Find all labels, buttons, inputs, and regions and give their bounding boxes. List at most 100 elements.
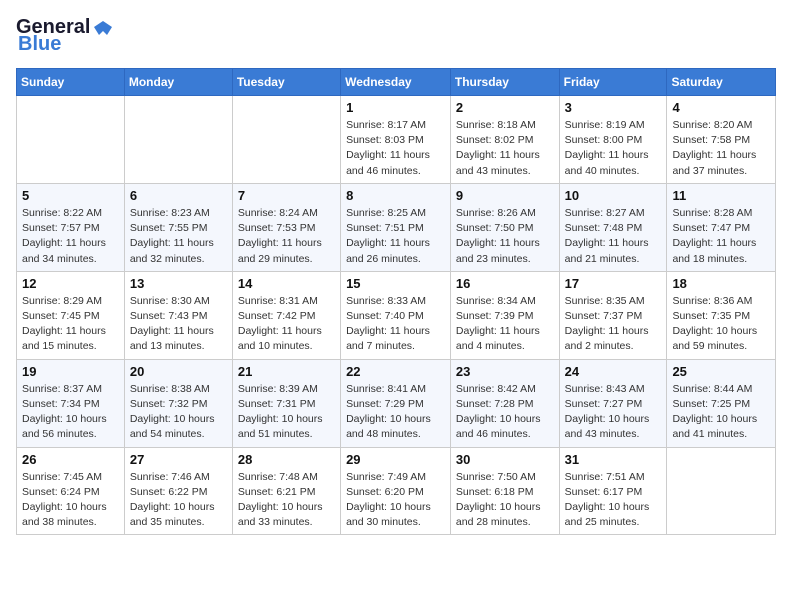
calendar-day-24: 24 Sunrise: 8:43 AM Sunset: 7:27 PM Dayli… xyxy=(559,359,667,447)
calendar-day-31: 31 Sunrise: 7:51 AM Sunset: 6:17 PM Dayli… xyxy=(559,447,667,535)
day-info: Sunrise: 7:46 AM Sunset: 6:22 PM Dayligh… xyxy=(130,470,227,531)
day-number: 10 xyxy=(565,188,662,203)
calendar-day-9: 9 Sunrise: 8:26 AM Sunset: 7:50 PM Daylig… xyxy=(450,183,559,271)
calendar-week-1: 1 Sunrise: 8:17 AM Sunset: 8:03 PM Daylig… xyxy=(17,96,776,184)
calendar-day-13: 13 Sunrise: 8:30 AM Sunset: 7:43 PM Dayli… xyxy=(124,271,232,359)
day-number: 7 xyxy=(238,188,335,203)
calendar-week-3: 12 Sunrise: 8:29 AM Sunset: 7:45 PM Dayli… xyxy=(17,271,776,359)
logo-bird-icon xyxy=(92,17,114,39)
day-info: Sunrise: 8:38 AM Sunset: 7:32 PM Dayligh… xyxy=(130,382,227,443)
day-number: 26 xyxy=(22,452,119,467)
day-number: 13 xyxy=(130,276,227,291)
day-number: 5 xyxy=(22,188,119,203)
calendar-day-2: 2 Sunrise: 8:18 AM Sunset: 8:02 PM Daylig… xyxy=(450,96,559,184)
day-info: Sunrise: 8:17 AM Sunset: 8:03 PM Dayligh… xyxy=(346,118,445,179)
calendar-day-15: 15 Sunrise: 8:33 AM Sunset: 7:40 PM Dayli… xyxy=(341,271,451,359)
day-info: Sunrise: 8:36 AM Sunset: 7:35 PM Dayligh… xyxy=(672,294,770,355)
day-header-sunday: Sunday xyxy=(17,69,125,96)
calendar-day-17: 17Sunrise: 8:35 AM Sunset: 7:37 PM Dayli… xyxy=(559,271,667,359)
empty-cell xyxy=(667,447,776,535)
day-info: Sunrise: 8:28 AM Sunset: 7:47 PM Dayligh… xyxy=(672,206,770,267)
day-info: Sunrise: 8:18 AM Sunset: 8:02 PM Dayligh… xyxy=(456,118,554,179)
day-info: Sunrise: 8:35 AM Sunset: 7:37 PM Dayligh… xyxy=(565,294,662,355)
day-info: Sunrise: 8:20 AM Sunset: 7:58 PM Dayligh… xyxy=(672,118,770,179)
calendar-day-27: 27 Sunrise: 7:46 AM Sunset: 6:22 PM Dayli… xyxy=(124,447,232,535)
day-number: 15 xyxy=(346,276,445,291)
day-number: 31 xyxy=(565,452,662,467)
day-info: Sunrise: 8:30 AM Sunset: 7:43 PM Dayligh… xyxy=(130,294,227,355)
header-row: SundayMondayTuesdayWednesdayThursdayFrid… xyxy=(17,69,776,96)
day-number: 16 xyxy=(456,276,554,291)
day-info: Sunrise: 8:44 AM Sunset: 7:25 PM Dayligh… xyxy=(672,382,770,443)
calendar-day-20: 20 Sunrise: 8:38 AM Sunset: 7:32 PM Dayli… xyxy=(124,359,232,447)
calendar-day-28: 28 Sunrise: 7:48 AM Sunset: 6:21 PM Dayli… xyxy=(232,447,340,535)
day-info: Sunrise: 7:50 AM Sunset: 6:18 PM Dayligh… xyxy=(456,470,554,531)
day-info: Sunrise: 7:49 AM Sunset: 6:20 PM Dayligh… xyxy=(346,470,445,531)
logo-blue-text: Blue xyxy=(18,33,61,56)
calendar-day-30: 30 Sunrise: 7:50 AM Sunset: 6:18 PM Dayli… xyxy=(450,447,559,535)
day-info: Sunrise: 8:41 AM Sunset: 7:29 PM Dayligh… xyxy=(346,382,445,443)
day-number: 18 xyxy=(672,276,770,291)
day-number: 29 xyxy=(346,452,445,467)
calendar-day-5: 5 Sunrise: 8:22 AM Sunset: 7:57 PM Daylig… xyxy=(17,183,125,271)
day-number: 9 xyxy=(456,188,554,203)
calendar-day-1: 1 Sunrise: 8:17 AM Sunset: 8:03 PM Daylig… xyxy=(341,96,451,184)
day-info: Sunrise: 8:23 AM Sunset: 7:55 PM Dayligh… xyxy=(130,206,227,267)
calendar-day-18: 18 Sunrise: 8:36 AM Sunset: 7:35 PM Dayli… xyxy=(667,271,776,359)
day-info: Sunrise: 8:37 AM Sunset: 7:34 PM Dayligh… xyxy=(22,382,119,443)
day-number: 2 xyxy=(456,100,554,115)
calendar-week-4: 19 Sunrise: 8:37 AM Sunset: 7:34 PM Dayli… xyxy=(17,359,776,447)
day-number: 14 xyxy=(238,276,335,291)
day-header-thursday: Thursday xyxy=(450,69,559,96)
day-info: Sunrise: 8:42 AM Sunset: 7:28 PM Dayligh… xyxy=(456,382,554,443)
day-info: Sunrise: 7:48 AM Sunset: 6:21 PM Dayligh… xyxy=(238,470,335,531)
day-header-tuesday: Tuesday xyxy=(232,69,340,96)
calendar-week-5: 26 Sunrise: 7:45 AM Sunset: 6:24 PM Dayli… xyxy=(17,447,776,535)
calendar-table: SundayMondayTuesdayWednesdayThursdayFrid… xyxy=(16,68,776,535)
calendar-day-14: 14 Sunrise: 8:31 AM Sunset: 7:42 PM Dayli… xyxy=(232,271,340,359)
day-number: 19 xyxy=(22,364,119,379)
calendar-day-23: 23 Sunrise: 8:42 AM Sunset: 7:28 PM Dayli… xyxy=(450,359,559,447)
day-info: Sunrise: 7:45 AM Sunset: 6:24 PM Dayligh… xyxy=(22,470,119,531)
day-info: Sunrise: 8:22 AM Sunset: 7:57 PM Dayligh… xyxy=(22,206,119,267)
day-info: Sunrise: 8:27 AM Sunset: 7:48 PM Dayligh… xyxy=(565,206,662,267)
day-info: Sunrise: 8:43 AM Sunset: 7:27 PM Dayligh… xyxy=(565,382,662,443)
day-number: 28 xyxy=(238,452,335,467)
day-header-saturday: Saturday xyxy=(667,69,776,96)
day-info: Sunrise: 8:31 AM Sunset: 7:42 PM Dayligh… xyxy=(238,294,335,355)
day-number: 20 xyxy=(130,364,227,379)
day-number: 23 xyxy=(456,364,554,379)
calendar-day-3: 3Sunrise: 8:19 AM Sunset: 8:00 PM Daylig… xyxy=(559,96,667,184)
day-header-wednesday: Wednesday xyxy=(341,69,451,96)
day-number: 1 xyxy=(346,100,445,115)
day-number: 21 xyxy=(238,364,335,379)
day-info: Sunrise: 8:26 AM Sunset: 7:50 PM Dayligh… xyxy=(456,206,554,267)
logo: General Blue xyxy=(16,16,114,56)
day-info: Sunrise: 8:34 AM Sunset: 7:39 PM Dayligh… xyxy=(456,294,554,355)
day-info: Sunrise: 8:33 AM Sunset: 7:40 PM Dayligh… xyxy=(346,294,445,355)
day-info: Sunrise: 8:29 AM Sunset: 7:45 PM Dayligh… xyxy=(22,294,119,355)
empty-cell xyxy=(232,96,340,184)
calendar-day-8: 8 Sunrise: 8:25 AM Sunset: 7:51 PM Daylig… xyxy=(341,183,451,271)
calendar-day-7: 7 Sunrise: 8:24 AM Sunset: 7:53 PM Daylig… xyxy=(232,183,340,271)
day-header-monday: Monday xyxy=(124,69,232,96)
calendar-day-12: 12 Sunrise: 8:29 AM Sunset: 7:45 PM Dayli… xyxy=(17,271,125,359)
day-number: 12 xyxy=(22,276,119,291)
day-number: 6 xyxy=(130,188,227,203)
day-header-friday: Friday xyxy=(559,69,667,96)
day-number: 22 xyxy=(346,364,445,379)
day-number: 30 xyxy=(456,452,554,467)
day-info: Sunrise: 8:24 AM Sunset: 7:53 PM Dayligh… xyxy=(238,206,335,267)
calendar-day-29: 29 Sunrise: 7:49 AM Sunset: 6:20 PM Dayli… xyxy=(341,447,451,535)
day-number: 25 xyxy=(672,364,770,379)
calendar-day-22: 22 Sunrise: 8:41 AM Sunset: 7:29 PM Dayli… xyxy=(341,359,451,447)
day-number: 8 xyxy=(346,188,445,203)
calendar-day-11: 11Sunrise: 8:28 AM Sunset: 7:47 PM Dayli… xyxy=(667,183,776,271)
day-info: Sunrise: 8:25 AM Sunset: 7:51 PM Dayligh… xyxy=(346,206,445,267)
calendar-day-16: 16 Sunrise: 8:34 AM Sunset: 7:39 PM Dayli… xyxy=(450,271,559,359)
day-number: 3 xyxy=(565,100,662,115)
day-number: 27 xyxy=(130,452,227,467)
calendar-day-25: 25 Sunrise: 8:44 AM Sunset: 7:25 PM Dayli… xyxy=(667,359,776,447)
day-number: 24 xyxy=(565,364,662,379)
day-info: Sunrise: 7:51 AM Sunset: 6:17 PM Dayligh… xyxy=(565,470,662,531)
